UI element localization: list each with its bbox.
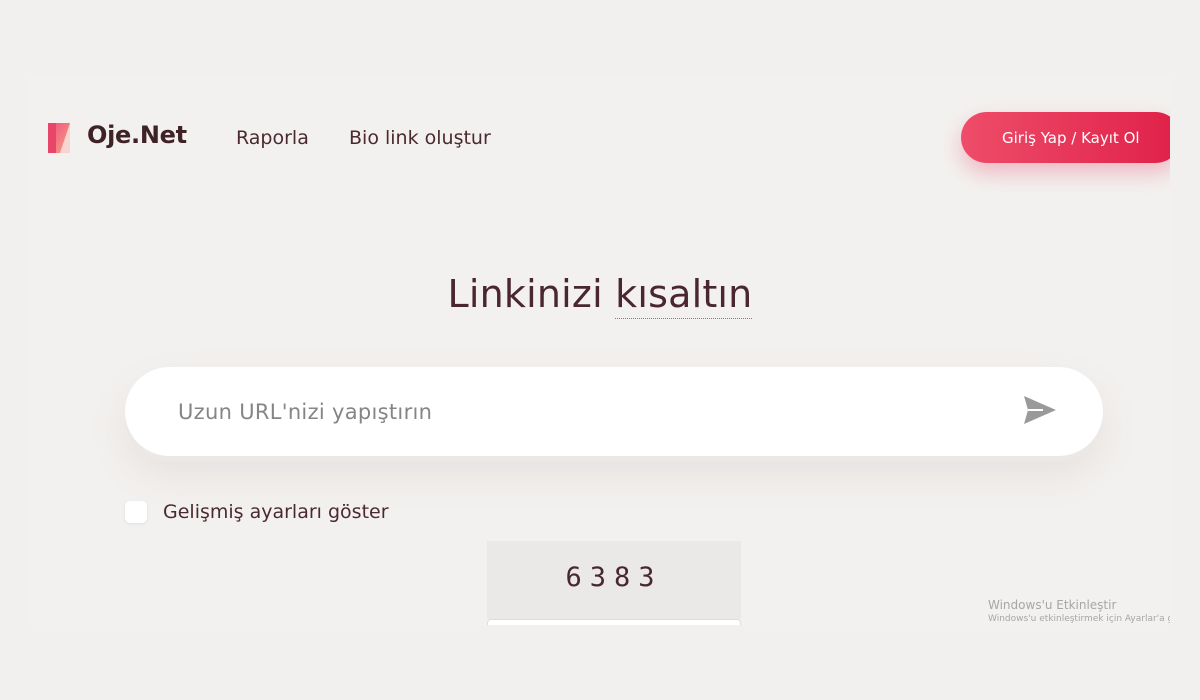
advanced-settings-label[interactable]: Gelişmiş ayarları göster bbox=[163, 501, 389, 523]
url-input[interactable] bbox=[176, 398, 1000, 425]
watermark-line2: Windows'u etkinleştirmek için Ayarlar'a … bbox=[988, 614, 1170, 624]
captcha-image: 6383 bbox=[487, 541, 741, 619]
advanced-settings-toggle[interactable]: Gelişmiş ayarları göster bbox=[125, 501, 389, 523]
title-text-part1: Linkinizi bbox=[447, 272, 616, 317]
page: Oje.Net Raporla Bio link oluştur Giriş Y… bbox=[30, 75, 1170, 625]
page-title: Linkinizi kısaltın bbox=[30, 272, 1170, 320]
send-arrow-icon[interactable] bbox=[1023, 395, 1057, 425]
nav-raporla[interactable]: Raporla bbox=[236, 127, 309, 149]
nav-bio-link[interactable]: Bio link oluştur bbox=[349, 127, 491, 149]
oje-logo-icon[interactable] bbox=[48, 123, 70, 153]
windows-activation-watermark: Windows'u Etkinleştir Windows'u etkinleş… bbox=[988, 598, 1170, 624]
login-register-button[interactable]: Giriş Yap / Kayıt Ol bbox=[961, 112, 1170, 163]
url-input-container bbox=[125, 367, 1103, 456]
watermark-line1: Windows'u Etkinleştir bbox=[988, 598, 1117, 612]
advanced-settings-checkbox[interactable] bbox=[125, 501, 147, 523]
title-text-part2: kısaltın bbox=[615, 272, 753, 320]
captcha-input[interactable] bbox=[487, 619, 741, 625]
captcha-code: 6383 bbox=[565, 561, 663, 593]
logo-text[interactable]: Oje.Net bbox=[87, 121, 187, 149]
